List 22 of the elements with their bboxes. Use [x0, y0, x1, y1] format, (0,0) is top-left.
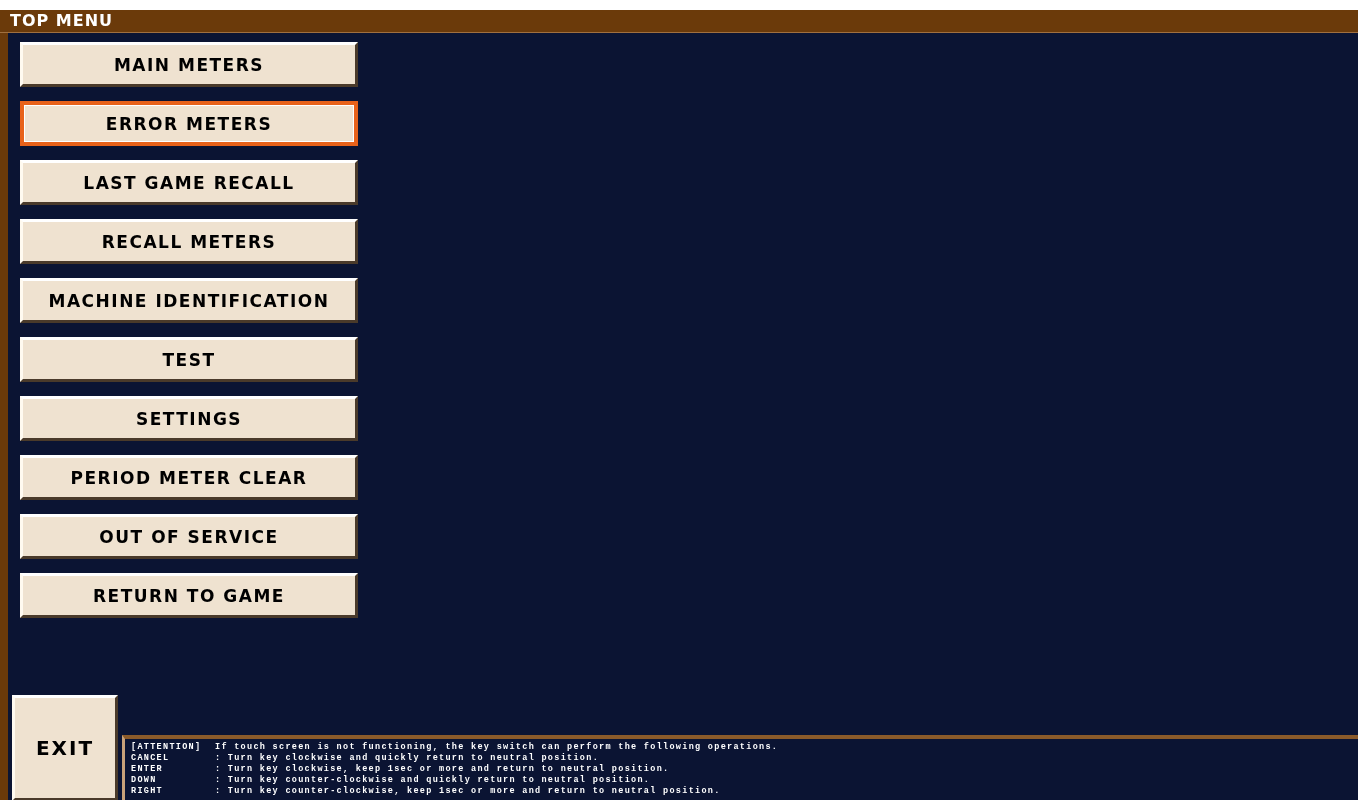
key-name: ENTER	[131, 764, 164, 775]
menu-button[interactable]: RETURN TO GAME	[20, 573, 358, 618]
menu-button[interactable]: LAST GAME RECALL	[20, 160, 358, 205]
key-name: DOWN	[131, 775, 158, 786]
menu-button[interactable]: SETTINGS	[20, 396, 358, 441]
menu-button[interactable]: TEST	[20, 337, 358, 382]
key-name: CANCEL	[131, 753, 171, 764]
menu-button[interactable]: MACHINE IDENTIFICATION	[20, 278, 358, 323]
menu-button[interactable]: ERROR METERS	[20, 101, 358, 146]
exit-button[interactable]: EXIT	[12, 695, 118, 800]
menu-button[interactable]: PERIOD METER CLEAR	[20, 455, 358, 500]
instruction-text: : Turn key clockwise, keep 1sec or more and return to neutral position.	[215, 764, 671, 775]
key-name: RIGHT	[131, 786, 164, 797]
key-name: [ATTENTION]	[131, 742, 203, 753]
menu-button[interactable]: RECALL METERS	[20, 219, 358, 264]
instruction-text: : Turn key clockwise and quickly return to neutral position.	[215, 753, 601, 764]
screen-title: TOP MENU	[0, 10, 1358, 33]
instruction-text: If touch screen is not functioning, the key switch can perform the following operations.	[215, 742, 780, 753]
menu-button[interactable]: OUT OF SERVICE	[20, 514, 358, 559]
menu-button[interactable]: MAIN METERS	[20, 42, 358, 87]
instruction-text: : Turn key counter-clockwise and quickly return to neutral position.	[215, 775, 652, 786]
instruction-text: : Turn key counter-clockwise, keep 1sec or more and return to neutral position.	[215, 786, 722, 797]
